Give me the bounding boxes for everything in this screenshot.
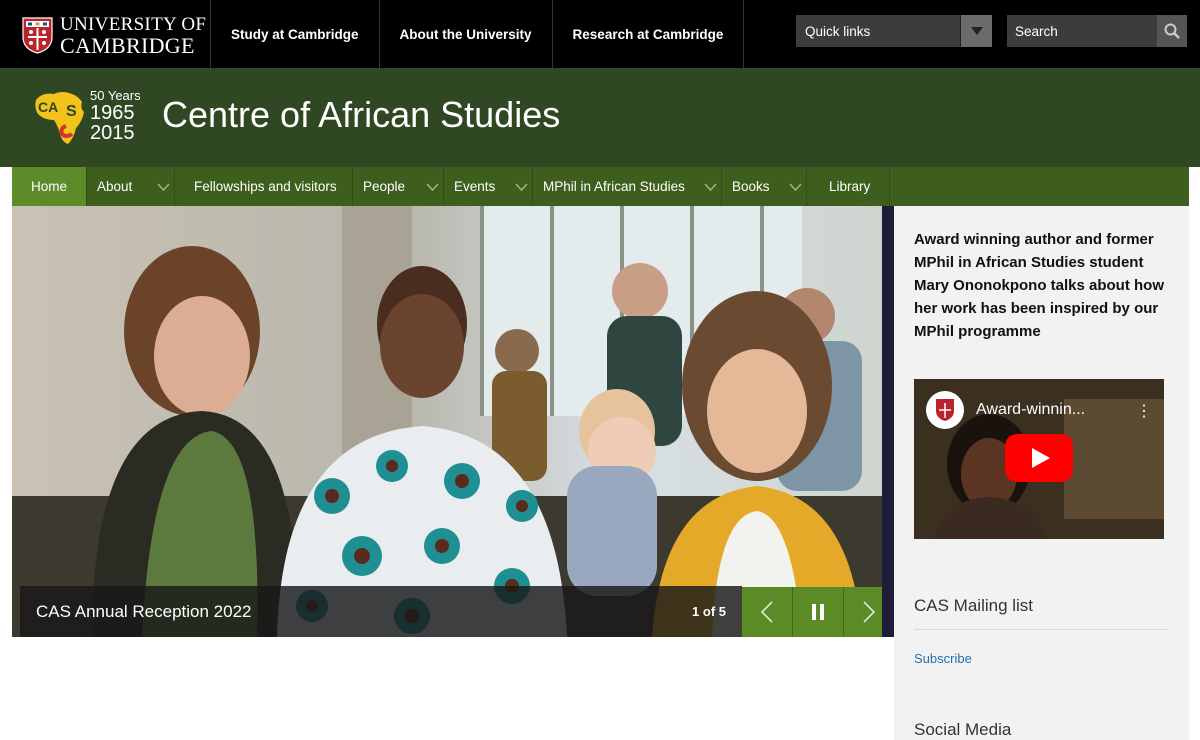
site-nav-label: MPhil in African Studies: [543, 179, 685, 194]
mailing-list-title: CAS Mailing list: [914, 596, 1034, 615]
search-icon[interactable]: [1157, 15, 1187, 47]
svg-text:S: S: [66, 103, 77, 120]
chevron-left-icon: [760, 601, 773, 623]
quick-links-dropdown[interactable]: Quick links: [796, 15, 992, 47]
chevron-down-icon[interactable]: [699, 182, 721, 191]
site-nav-label: Library: [829, 179, 871, 194]
university-logo[interactable]: UNIVERSITY OF CAMBRIDGE: [22, 14, 207, 58]
chevron-down-icon: [960, 15, 992, 47]
site-nav-books[interactable]: Books: [722, 167, 808, 206]
pause-icon: [812, 604, 824, 620]
page-edge: [1189, 587, 1200, 740]
site-nav-people[interactable]: People: [353, 167, 445, 206]
channel-avatar[interactable]: [926, 391, 964, 429]
year-end: 2015: [90, 122, 135, 144]
site-nav-mphil[interactable]: MPhil in African Studies: [533, 167, 723, 206]
africa-cas-logo-icon[interactable]: CA S: [32, 88, 92, 148]
play-button-icon[interactable]: [1005, 434, 1073, 482]
chevron-right-icon: [863, 601, 876, 623]
site-nav-home[interactable]: Home: [12, 167, 88, 206]
carousel-edge-divider: [882, 206, 894, 637]
video-embed[interactable]: Award-winnin... ⋮: [914, 379, 1164, 539]
university-crest-icon: [22, 16, 53, 54]
university-crest-icon: [936, 399, 954, 421]
chevron-down-icon[interactable]: [421, 182, 443, 191]
social-media-title: Social Media: [914, 720, 1012, 739]
nav-research[interactable]: Research at Cambridge: [553, 0, 745, 68]
subscribe-link[interactable]: Subscribe: [914, 651, 972, 666]
department-title[interactable]: Centre of African Studies: [162, 94, 560, 136]
anniversary-years: 50 Years 1965 2015: [90, 88, 141, 143]
global-nav: Study at Cambridge About the University …: [210, 0, 745, 68]
logo-line-1: UNIVERSITY OF: [60, 14, 207, 35]
carousel-photo[interactable]: [12, 206, 882, 637]
logo-line-2: CAMBRIDGE: [60, 33, 195, 58]
chevron-down-icon[interactable]: [152, 182, 174, 191]
carousel-caption[interactable]: CAS Annual Reception 2022: [20, 602, 692, 622]
site-nav-label: Home: [31, 179, 68, 194]
site-nav-library[interactable]: Library: [807, 167, 891, 206]
chevron-down-icon[interactable]: [784, 182, 806, 191]
site-nav-label: Fellowships and visitors: [194, 179, 337, 194]
sidebar: Award winning author and former MPhil in…: [894, 206, 1189, 740]
chevron-down-icon[interactable]: [510, 182, 532, 191]
site-nav-label: People: [363, 179, 406, 194]
section-divider: [914, 629, 1169, 630]
svg-text:CA: CA: [38, 99, 58, 115]
site-nav-about[interactable]: About: [87, 167, 176, 206]
search-box: [1007, 15, 1187, 47]
quick-links-label: Quick links: [805, 23, 871, 39]
nav-study[interactable]: Study at Cambridge: [211, 0, 380, 68]
department-header: CA S 50 Years 1965 2015 Centre of Africa…: [0, 68, 1200, 167]
search-input[interactable]: [1007, 23, 1157, 39]
carousel-pause-button[interactable]: [793, 587, 844, 637]
site-nav-label: Events: [454, 179, 496, 194]
years-label: 50 Years: [90, 88, 141, 103]
image-carousel: CAS Annual Reception 2022 1 of 5: [12, 206, 882, 637]
site-nav-label: About: [97, 179, 133, 194]
nav-about-university[interactable]: About the University: [380, 0, 553, 68]
site-nav: Home About Fellowships and visitors Peop…: [12, 167, 1189, 206]
video-title[interactable]: Award-winnin...: [976, 401, 1085, 419]
carousel-caption-bar: CAS Annual Reception 2022 1 of 5: [20, 586, 742, 637]
more-options-icon[interactable]: ⋮: [1136, 401, 1152, 421]
featured-story-text[interactable]: Award winning author and former MPhil in…: [914, 228, 1174, 343]
global-header: UNIVERSITY OF CAMBRIDGE Study at Cambrid…: [0, 0, 1200, 68]
site-nav-fellowships[interactable]: Fellowships and visitors: [175, 167, 354, 206]
year-start: 1965: [90, 102, 135, 124]
site-nav-events[interactable]: Events: [444, 167, 534, 206]
carousel-counter: 1 of 5: [692, 604, 726, 619]
carousel-prev-button[interactable]: [742, 587, 793, 637]
site-nav-label: Books: [732, 179, 770, 194]
carousel-controls: [742, 587, 895, 637]
